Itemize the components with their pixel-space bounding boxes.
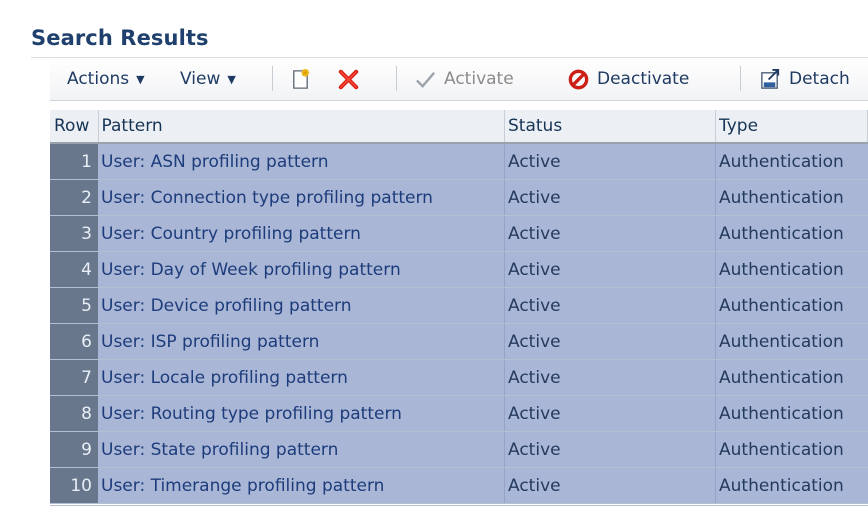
detach-label: Detach [789, 69, 850, 89]
prohibit-icon [568, 69, 589, 89]
table-row[interactable]: 5 User: Device profiling pattern Active Aut… [50, 287, 868, 324]
type-cell: Authentication [715, 323, 868, 360]
pattern-cell[interactable]: User: ISP profiling pattern [98, 323, 505, 360]
type-cell: Authentication [715, 251, 868, 288]
view-menu[interactable]: View ▼ [180, 68, 236, 90]
actions-menu[interactable]: Actions ▼ [67, 68, 145, 90]
row-number: 6 [50, 323, 98, 360]
delete-button[interactable] [337, 68, 367, 90]
toolbar-separator [740, 66, 741, 91]
pattern-cell[interactable]: User: Connection type profiling pattern [98, 179, 505, 216]
detach-button[interactable]: Detach [759, 68, 850, 90]
deactivate-label: Deactivate [597, 69, 690, 89]
column-header-status[interactable]: Status [504, 110, 716, 144]
table-row[interactable]: 8 User: Routing type profiling pattern Act… [50, 395, 868, 432]
type-cell: Authentication [715, 179, 868, 216]
table-row[interactable]: 3 User: Country profiling pattern Active Au… [50, 215, 868, 252]
status-cell: Active [504, 143, 716, 180]
row-number: 4 [50, 251, 98, 288]
table-row[interactable]: 4 User: Day of Week profiling pattern Acti… [50, 251, 868, 288]
table-row[interactable]: 10 User: Timerange profiling pattern Activ… [50, 467, 868, 504]
table-row[interactable]: 9 User: State profiling pattern Active Auth… [50, 431, 868, 468]
status-cell: Active [504, 287, 716, 324]
pattern-cell[interactable]: User: State profiling pattern [98, 431, 505, 468]
checkmark-icon [416, 71, 436, 88]
results-table: Row Pattern Status Type 1 User: ASN profi… [50, 110, 868, 504]
activate-label: Activate [444, 69, 514, 89]
status-cell: Active [504, 359, 716, 396]
status-cell: Active [504, 179, 716, 216]
table-bottom-divider [50, 505, 868, 506]
table-header-row: Row Pattern Status Type [50, 110, 868, 144]
pattern-cell[interactable]: User: ASN profiling pattern [98, 143, 505, 180]
type-cell: Authentication [715, 143, 868, 180]
column-header-row[interactable]: Row [50, 110, 99, 144]
table-row[interactable]: 1 User: ASN profiling pattern Active Authen… [50, 143, 868, 180]
type-cell: Authentication [715, 395, 868, 432]
toolbar-separator [396, 66, 397, 91]
pattern-cell[interactable]: User: Locale profiling pattern [98, 359, 505, 396]
type-cell: Authentication [715, 287, 868, 324]
pattern-cell[interactable]: User: Device profiling pattern [98, 287, 505, 324]
status-cell: Active [504, 431, 716, 468]
pattern-cell[interactable]: User: Timerange profiling pattern [98, 467, 505, 504]
type-cell: Authentication [715, 359, 868, 396]
table-row[interactable]: 2 User: Connection type profiling pattern… [50, 179, 868, 216]
row-number: 2 [50, 179, 98, 216]
type-cell: Authentication [715, 431, 868, 468]
row-number: 7 [50, 359, 98, 396]
row-number: 10 [50, 467, 98, 504]
new-document-icon [293, 68, 310, 89]
row-number: 1 [50, 143, 98, 180]
status-cell: Active [504, 467, 716, 504]
activate-button[interactable]: Activate [414, 68, 514, 90]
table-row[interactable]: 6 User: ISP profiling pattern Active Authen… [50, 323, 868, 360]
type-cell: Authentication [715, 215, 868, 252]
pattern-cell[interactable]: User: Country profiling pattern [98, 215, 505, 252]
results-toolbar: Actions ▼ View ▼ Activate Deactivate Det… [50, 58, 868, 101]
table-row[interactable]: 7 User: Locale profiling pattern Active Aut… [50, 359, 868, 396]
search-results-panel: Search Results Actions ▼ View ▼ Activate… [0, 0, 868, 510]
status-cell: Active [504, 215, 716, 252]
pattern-cell[interactable]: User: Routing type profiling pattern [98, 395, 505, 432]
row-number: 9 [50, 431, 98, 468]
deactivate-button[interactable]: Deactivate [567, 68, 689, 90]
actions-menu-label: Actions [67, 69, 130, 89]
status-cell: Active [504, 395, 716, 432]
view-menu-label: View [180, 69, 221, 89]
column-header-type[interactable]: Type [715, 110, 868, 144]
row-number: 8 [50, 395, 98, 432]
column-header-pattern[interactable]: Pattern [98, 110, 505, 144]
row-number: 3 [50, 215, 98, 252]
status-cell: Active [504, 251, 716, 288]
status-cell: Active [504, 323, 716, 360]
type-cell: Authentication [715, 467, 868, 504]
page-title: Search Results [31, 26, 209, 50]
toolbar-separator [272, 66, 273, 91]
row-number: 5 [50, 287, 98, 324]
create-button[interactable] [289, 68, 319, 90]
chevron-down-icon: ▼ [136, 72, 145, 86]
detach-window-icon [761, 68, 780, 89]
pattern-cell[interactable]: User: Day of Week profiling pattern [98, 251, 505, 288]
chevron-down-icon: ▼ [227, 72, 236, 86]
delete-x-icon [338, 69, 359, 89]
